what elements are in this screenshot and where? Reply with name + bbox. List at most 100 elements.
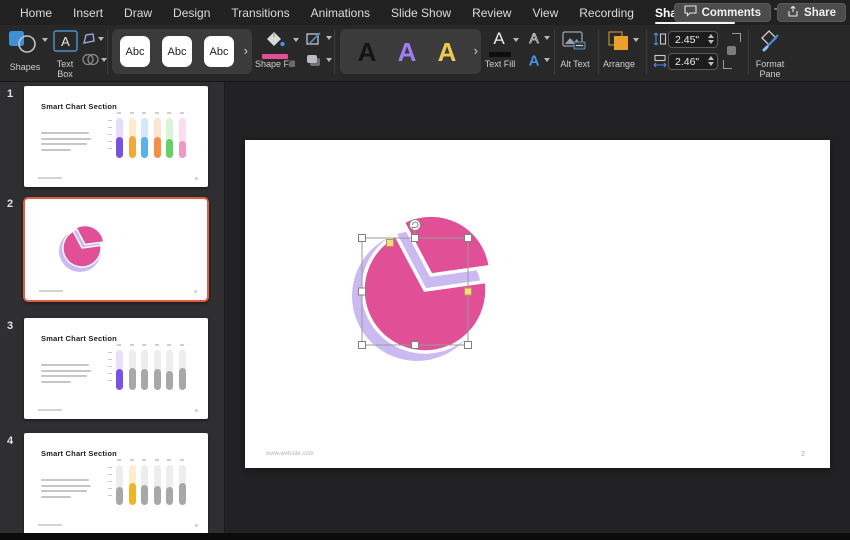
shape-width-field[interactable]: 2.46" — [668, 53, 718, 70]
shape-style-2[interactable]: Abc — [162, 36, 192, 67]
handle-top-right[interactable] — [464, 234, 472, 242]
rotation-handle[interactable] — [409, 219, 421, 231]
alt-text-button[interactable] — [562, 31, 586, 55]
text-fill-button[interactable]: A — [489, 29, 511, 57]
text-effects-icon[interactable]: A — [526, 52, 542, 73]
height-stepper[interactable] — [708, 34, 714, 44]
shape-outline-icon[interactable] — [306, 31, 322, 51]
slide-thumbnail-4[interactable]: Smart Chart Section — [24, 433, 208, 533]
text-outline-caret[interactable] — [544, 36, 550, 40]
shape-height-field[interactable]: 2.45" — [668, 31, 718, 48]
text-box-button[interactable]: A — [53, 30, 78, 57]
text-outline-icon[interactable]: A — [526, 30, 542, 50]
wordart-style-2[interactable]: A — [392, 34, 422, 70]
menu-review[interactable]: Review — [472, 0, 511, 25]
shape-effects-caret[interactable] — [326, 58, 332, 62]
menu-design[interactable]: Design — [173, 0, 210, 25]
handle-bottom-center[interactable] — [411, 341, 419, 349]
menu-home[interactable]: Home — [20, 0, 52, 25]
comments-button[interactable]: Comments — [673, 3, 772, 22]
edit-shape-icon[interactable] — [82, 32, 96, 51]
share-button[interactable]: Share — [777, 3, 846, 22]
format-pane-label: Format Pane — [755, 59, 785, 79]
shape-style-3[interactable]: Abc — [204, 36, 234, 67]
thumb1-paragraph — [41, 132, 91, 154]
menu-insert[interactable]: Insert — [73, 0, 103, 25]
thumb1-title: Smart Chart Section — [41, 102, 117, 111]
handle-bottom-right[interactable] — [464, 341, 472, 349]
handle-top-left[interactable] — [358, 234, 366, 242]
slide-3-number: 3 — [6, 320, 14, 332]
shape-outline-caret[interactable] — [326, 36, 332, 40]
text-box-icon: A — [53, 30, 78, 56]
menu-recording[interactable]: Recording — [579, 0, 634, 25]
lock-aspect-ratio[interactable] — [723, 33, 741, 69]
arrange-icon — [608, 31, 630, 55]
menu-animations[interactable]: Animations — [311, 0, 370, 25]
alt-text-icon — [562, 31, 586, 54]
svg-text:A: A — [529, 30, 539, 45]
thumb3-paragraph — [41, 364, 91, 386]
format-pane-icon — [758, 30, 784, 56]
adjust-handle-angle[interactable] — [464, 287, 472, 296]
text-effects-caret[interactable] — [544, 58, 550, 62]
svg-text:A: A — [529, 53, 540, 69]
slide-thumbnail-1[interactable]: Smart Chart Section — [24, 86, 208, 187]
shape-height-value: 2.45" — [675, 33, 700, 46]
thumb4-paragraph — [41, 479, 91, 501]
thumb4-title: Smart Chart Section — [41, 449, 117, 458]
handle-bottom-left[interactable] — [358, 341, 366, 349]
height-icon — [653, 32, 667, 51]
share-icon — [787, 5, 799, 20]
menu-slide-show[interactable]: Slide Show — [391, 0, 451, 25]
current-slide[interactable]: www.website.com 2 — [245, 140, 830, 468]
shapes-dropdown-caret[interactable] — [42, 38, 48, 42]
text-fill-caret[interactable] — [513, 38, 519, 42]
arrange-button[interactable] — [608, 31, 630, 56]
editing-canvas[interactable]: www.website.com 2 — [225, 82, 850, 533]
svg-text:A: A — [61, 34, 70, 49]
slide-thumbnail-3[interactable]: Smart Chart Section — [24, 318, 208, 419]
thumb3-axis-ticks — [108, 352, 112, 381]
thumb4-bar-chart — [116, 465, 186, 505]
edit-shape-caret[interactable] — [98, 37, 104, 41]
paint-bucket-icon — [262, 32, 286, 52]
menu-transitions[interactable]: Transitions — [231, 0, 289, 25]
text-box-label: Text Box — [56, 59, 74, 79]
shapes-label: Shapes — [9, 62, 41, 72]
wordart-style-3[interactable]: A — [432, 34, 462, 70]
status-bar-edge — [0, 533, 850, 540]
width-stepper[interactable] — [708, 56, 714, 66]
shape-style-more-arrow[interactable]: › — [244, 43, 248, 58]
arrange-caret[interactable] — [633, 38, 639, 42]
menu-draw[interactable]: Draw — [124, 0, 152, 25]
shape-fill-caret[interactable] — [293, 38, 299, 42]
merge-shapes-icon[interactable] — [82, 53, 99, 71]
slide-2-number: 2 — [6, 198, 14, 210]
shape-width-value: 2.46" — [675, 55, 700, 68]
slide-thumbnail-2-selected[interactable] — [23, 197, 209, 302]
slide-thumbnail-panel: 1 Smart Chart Section 2 3 Smart Chart Se… — [0, 82, 225, 533]
wordart-style-1[interactable]: A — [352, 34, 382, 70]
shape-fill-label: Shape Fill — [254, 59, 296, 69]
wordart-gallery: A A A › — [340, 29, 481, 74]
arrange-label: Arrange — [602, 59, 636, 69]
menu-view[interactable]: View — [532, 0, 558, 25]
share-label: Share — [804, 6, 836, 19]
format-pane-button[interactable] — [758, 30, 784, 57]
shape-fill-button[interactable] — [262, 30, 288, 59]
thumb4-axis-ticks — [108, 467, 112, 496]
shape-style-1[interactable]: Abc — [120, 36, 150, 67]
shapes-button[interactable] — [8, 30, 38, 59]
text-fill-swatch — [489, 52, 511, 57]
ribbon: Shapes A Text Box Abc Abc Abc › Shape Fi… — [0, 25, 850, 82]
slide-1-number: 1 — [6, 88, 14, 100]
comment-bubble-icon — [684, 5, 697, 20]
shape-effects-icon[interactable] — [306, 54, 322, 72]
text-fill-label: Text Fill — [484, 59, 516, 69]
wordart-more-arrow[interactable]: › — [474, 43, 478, 58]
adjust-handle-wedge[interactable] — [386, 239, 394, 247]
handle-middle-left[interactable] — [358, 287, 366, 296]
shape-style-gallery: Abc Abc Abc › — [112, 29, 252, 74]
handle-top-center[interactable] — [411, 234, 419, 242]
